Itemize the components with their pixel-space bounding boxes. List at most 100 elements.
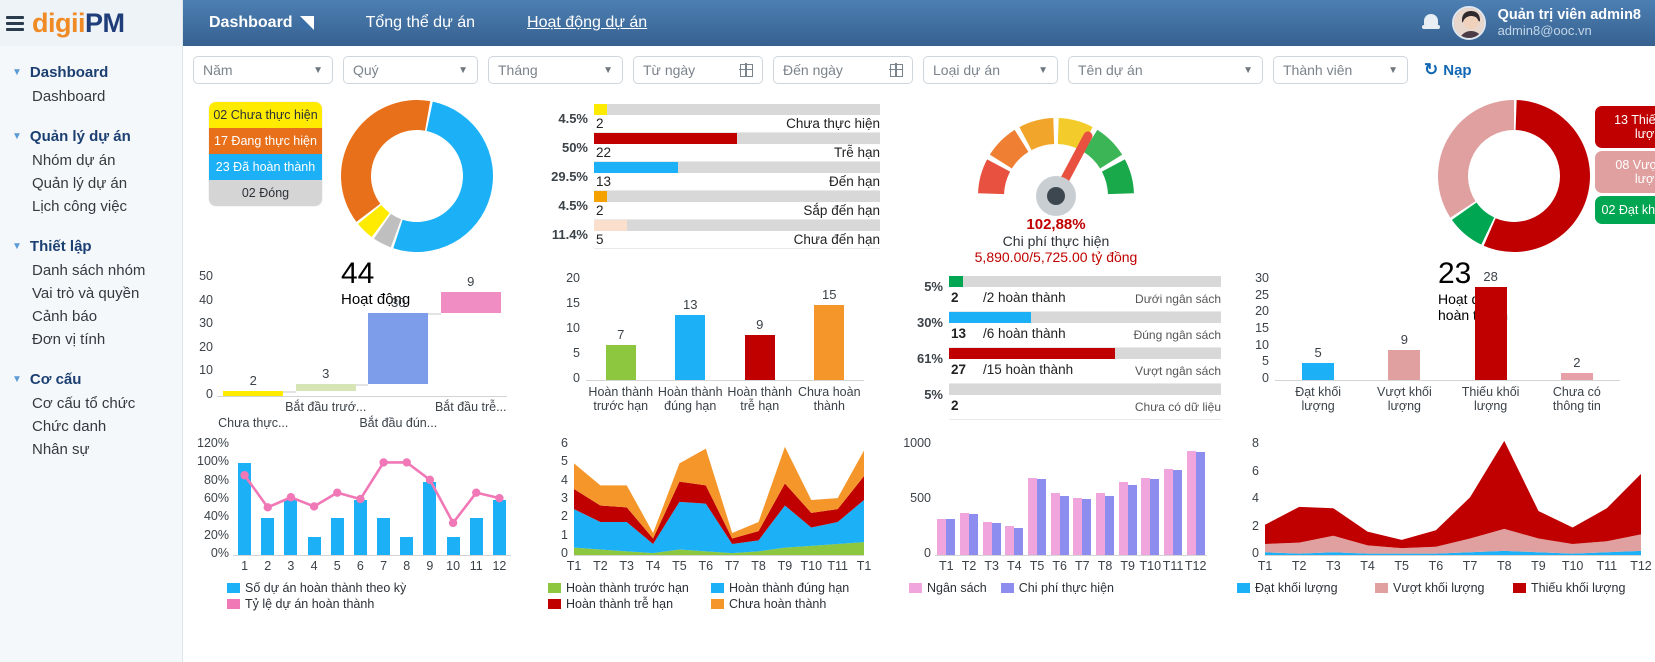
sidebar-item-l-ch-c-ng-vi-c[interactable]: Lịch công việc xyxy=(0,195,182,218)
volume-area-chart[interactable]: 02468Đạt khối lượngVượt khối lượngThiếu … xyxy=(1223,431,1655,662)
bar-cost[interactable] xyxy=(1014,527,1024,555)
donut-segment[interactable]: Đang thực hiện xyxy=(341,100,431,222)
sidebar-item-nh-n-s-[interactable]: Nhân sự xyxy=(0,438,182,461)
bar[interactable] xyxy=(814,305,845,380)
donut-segment[interactable]: Vượt khối lượng xyxy=(1438,100,1514,218)
legend-item[interactable]: Ngân sách xyxy=(909,581,987,595)
bar-budget[interactable] xyxy=(1050,493,1060,555)
filter-th-nh-vi-n[interactable]: Thành viên ▼ xyxy=(1273,56,1408,84)
waterfall-bar[interactable] xyxy=(368,313,429,385)
progress-row[interactable]: 11.4% 5 Chưa đến hạn xyxy=(528,220,880,249)
bar[interactable] xyxy=(1388,350,1421,380)
sidebar-item-ch-c-danh[interactable]: Chức danh xyxy=(0,415,182,438)
bar-budget[interactable] xyxy=(1186,450,1196,555)
calendar-icon[interactable] xyxy=(889,62,903,77)
sidebar-group-header-c-c-u[interactable]: ▼ Cơ cấu xyxy=(0,367,182,392)
tab-ho-t-ng-d-n[interactable]: Hoạt động dự án xyxy=(501,0,673,46)
bar-budget[interactable] xyxy=(1096,493,1105,555)
app-logo[interactable]: digiiPM xyxy=(32,8,125,39)
budget-row[interactable]: 30% 13/6 hoàn thành Đúng ngân sách xyxy=(883,312,1221,348)
completion-quality-chart[interactable]: 0 5 10 15 20 7 Hoàn thành trước hạn 13 Hoàn thàn… xyxy=(528,266,883,431)
filter-lo-i-d-n[interactable]: Loại dự án ▼ xyxy=(923,56,1058,84)
filter-n-m[interactable]: Năm ▼ xyxy=(193,56,333,84)
bar-cost[interactable] xyxy=(946,518,956,555)
bar-cost[interactable] xyxy=(969,514,978,555)
status-legend-item[interactable]: 23 Đã hoàn thành xyxy=(209,154,322,180)
bar-budget[interactable] xyxy=(1118,482,1128,555)
bar-budget[interactable] xyxy=(982,522,992,555)
progress-row[interactable]: 4.5% 2 Chưa thực hiện xyxy=(528,104,880,133)
hamburger-icon[interactable] xyxy=(6,15,24,31)
tab-dashboard[interactable]: Dashboard xyxy=(183,0,340,46)
sidebar-item-c-c-u-t-ch-c[interactable]: Cơ cấu tổ chức xyxy=(0,392,182,415)
legend-item[interactable]: Thiếu khối lượng xyxy=(1513,581,1651,595)
filter--n-ng-y[interactable]: Đến ngày xyxy=(773,56,913,84)
sidebar-item-c-nh-b-o[interactable]: Cảnh báo xyxy=(0,305,182,328)
bar[interactable] xyxy=(1474,286,1507,380)
donut-activity-chart[interactable]: Đã hoàn thànhĐóngChưa thực hiệnĐang thực… xyxy=(341,100,494,308)
bar[interactable] xyxy=(284,500,298,555)
budget-vs-cost-chart[interactable]: 0 500 1000 T1 T2 T3 T4 T5 T6 T7 T8 T9 T10 T11 T12 Ngân … xyxy=(883,431,1223,662)
legend-item[interactable]: Chưa hoàn thành xyxy=(711,597,874,611)
sidebar-item-dashboard[interactable]: Dashboard xyxy=(0,85,182,108)
bar-cost[interactable] xyxy=(1059,495,1069,555)
bar[interactable] xyxy=(605,345,636,380)
bar[interactable] xyxy=(423,481,437,555)
bar-cost[interactable] xyxy=(1173,470,1182,555)
status-legend-item[interactable]: 17 Đang thực hiện xyxy=(209,128,322,154)
sidebar-group-header-qu-n-l-d-n[interactable]: ▼ Quản lý dự án xyxy=(0,124,182,149)
bar[interactable] xyxy=(446,536,460,555)
legend-item[interactable]: Hoàn thành trước hạn xyxy=(548,581,711,595)
progress-row[interactable]: 29.5% 13 Đến hạn xyxy=(528,162,880,191)
bar-budget[interactable] xyxy=(1005,526,1015,555)
bar[interactable] xyxy=(492,500,506,555)
waterfall-bar[interactable] xyxy=(440,292,501,314)
volume-badge[interactable]: 02 Đạt khối lượng xyxy=(1595,196,1655,224)
bar-budget[interactable] xyxy=(960,513,969,555)
waterfall-bar[interactable] xyxy=(295,384,356,392)
waterfall-chart[interactable]: 0 10 20 30 40 50 2 Chưa thực... 3 Bắt đầu trướ...… xyxy=(183,266,528,431)
bar[interactable] xyxy=(261,518,275,555)
bar-cost[interactable] xyxy=(1127,484,1137,555)
sidebar-group-header-dashboard[interactable]: ▼ Dashboard xyxy=(0,60,182,85)
bar-cost[interactable] xyxy=(1037,479,1046,555)
bar[interactable] xyxy=(1560,373,1593,380)
bar[interactable] xyxy=(744,335,775,380)
status-legend-item[interactable]: 02 Chưa thực hiện xyxy=(209,102,322,128)
progress-row[interactable]: 4.5% 2 Sắp đến hạn xyxy=(528,191,880,220)
bar-budget[interactable] xyxy=(1141,478,1151,555)
notification-bell-icon[interactable] xyxy=(1421,12,1440,34)
area-band[interactable]: Thiếu khối lượng xyxy=(1265,440,1641,549)
budget-row[interactable]: 5% 2 Chưa có dữ liệu xyxy=(883,384,1221,420)
filter-th-ng[interactable]: Tháng ▼ xyxy=(488,56,623,84)
sidebar-item--n-v-t-nh[interactable]: Đơn vị tính xyxy=(0,328,182,351)
donut-completed-chart[interactable]: Thiếu khối lượngĐạt khối lượngVượt khối … xyxy=(1438,100,1590,323)
tab-t-ng-th-d-n[interactable]: Tổng thể dự án xyxy=(340,0,501,46)
volume-quality-chart[interactable]: 0 5 10 15 20 25 30 5 Đạt khối lượng 9 Vượt khối lư… xyxy=(1223,266,1655,431)
bar-budget[interactable] xyxy=(937,518,947,555)
avatar[interactable] xyxy=(1451,6,1486,40)
status-legend-item[interactable]: 02 Đóng xyxy=(209,180,322,206)
bar-cost[interactable] xyxy=(1150,479,1160,555)
sidebar-group-header-thi-t-l-p[interactable]: ▼ Thiết lập xyxy=(0,234,182,259)
bar-budget[interactable] xyxy=(1073,497,1083,555)
volume-badge[interactable]: 08 Vượt khối lượng xyxy=(1595,151,1655,193)
bar[interactable] xyxy=(675,315,706,380)
reload-button[interactable]: ↻ Nạp xyxy=(1424,60,1472,80)
monthly-combo-chart[interactable]: 0% 20% 40% 60% 80% 100% 120% 1 2 3 4 5 6 7 8 9 10 11 12 Số… xyxy=(183,431,528,662)
sidebar-item-danh-s-ch-nh-m[interactable]: Danh sách nhóm xyxy=(0,259,182,282)
bar[interactable] xyxy=(400,536,414,555)
legend-item[interactable]: Đạt khối lượng xyxy=(1237,581,1375,595)
sidebar-item-vai-tr-v-quy-n[interactable]: Vai trò và quyền xyxy=(0,282,182,305)
completion-area-chart[interactable]: 0123456Hoàn thành trước hạnHoàn thành đú… xyxy=(528,431,883,662)
volume-badge[interactable]: 13 Thiếu khối lượng xyxy=(1595,106,1655,148)
bar[interactable] xyxy=(377,518,391,555)
bar[interactable] xyxy=(307,536,321,555)
user-info[interactable]: Quản trị viên admin8 admin8@ooc.vn xyxy=(1498,7,1641,39)
filter-t-ng-y[interactable]: Từ ngày xyxy=(633,56,763,84)
sidebar-item-qu-n-l-d-n[interactable]: Quản lý dự án xyxy=(0,172,182,195)
filter-qu-[interactable]: Quý ▼ xyxy=(343,56,478,84)
bar[interactable] xyxy=(469,518,483,555)
bar-cost[interactable] xyxy=(1105,495,1114,555)
legend-item[interactable]: Chi phí thực hiện xyxy=(1000,581,1114,595)
